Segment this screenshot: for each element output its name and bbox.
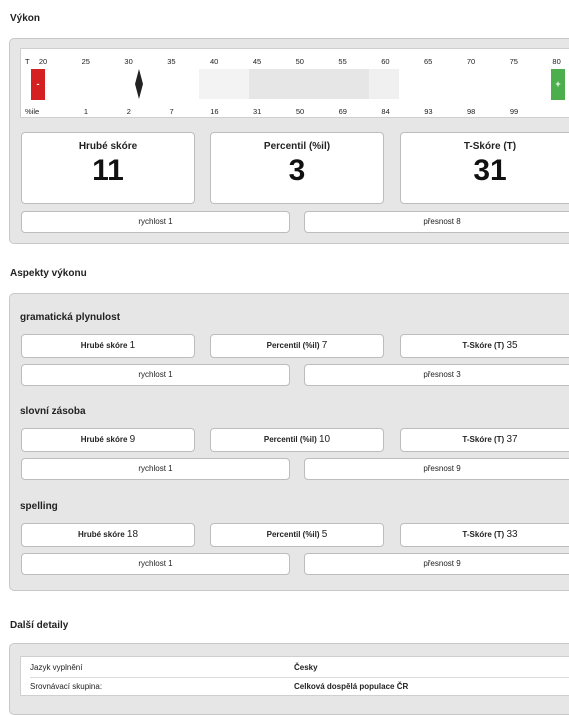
percentile-card: Percentil (%il) 3 bbox=[210, 132, 384, 204]
percentile-value: 3 bbox=[288, 154, 306, 187]
details-row-value: Česky bbox=[294, 663, 318, 672]
aspect-t-label: T-Skóre (T) bbox=[462, 530, 505, 539]
aspect-percentile-value: 10 bbox=[319, 434, 331, 445]
section-title-dalsi: Další detaily bbox=[10, 620, 69, 631]
raw-score-value: 11 bbox=[92, 154, 124, 187]
aspect-title: spelling bbox=[20, 501, 58, 512]
aspect-t-score: T-Skóre (T) 33 bbox=[400, 523, 569, 547]
aspect-accuracy-box: přesnost 9 bbox=[304, 458, 569, 480]
percentile-axis-tick: 1 bbox=[83, 107, 89, 116]
accuracy-box: přesnost 8 bbox=[304, 211, 569, 233]
percentile-axis-tick: 93 bbox=[424, 107, 433, 116]
raw-score-card: Hrubé skóre 11 bbox=[21, 132, 195, 204]
aspect-percentile-value: 7 bbox=[321, 340, 328, 351]
percentile-axis-tick: 31 bbox=[253, 107, 262, 116]
aspect-percentile: Percentil (%il) 10 bbox=[210, 428, 384, 452]
details-panel: Jazyk vyplnění Česky Srovnávací skupina:… bbox=[9, 643, 569, 715]
t-score-value: 31 bbox=[473, 154, 507, 187]
t-axis-tick: 55 bbox=[338, 57, 347, 66]
aspect-raw-score: Hrubé skóre 9 bbox=[21, 428, 195, 452]
aspects-panel: gramatická plynulost Hrubé skóre 1 Perce… bbox=[9, 293, 569, 591]
scale-band-light-2 bbox=[369, 69, 399, 99]
percentile-axis-tick: 99 bbox=[509, 107, 519, 116]
t-axis-tick: 70 bbox=[466, 57, 476, 66]
percentile-axis-tick: 2 bbox=[126, 107, 131, 116]
aspect-title: gramatická plynulost bbox=[20, 312, 121, 323]
minus-marker: - bbox=[31, 69, 45, 100]
section-title-vykon: Výkon bbox=[10, 13, 41, 24]
aspect-speed-box: rychlost 1 bbox=[21, 553, 290, 575]
details-row-key: Srovnávací skupina: bbox=[30, 682, 103, 691]
details-row: Jazyk vyplnění Česky bbox=[30, 659, 569, 678]
aspect-raw-label: Hrubé skóre bbox=[77, 530, 125, 539]
aspect-t-value: 35 bbox=[506, 340, 518, 351]
section-title-aspekty: Aspekty výkonu bbox=[10, 268, 87, 279]
aspect-t-label: T-Skóre (T) bbox=[462, 341, 505, 350]
t-axis-tick: 75 bbox=[509, 57, 518, 66]
aspect-raw-value: 1 bbox=[129, 340, 136, 351]
aspect-accuracy-box: přesnost 9 bbox=[304, 553, 569, 575]
t-axis-tick: 30 bbox=[124, 57, 133, 66]
percentile-axis-tick: 50 bbox=[295, 107, 305, 116]
t-axis-tick: 50 bbox=[295, 57, 304, 66]
percentile-label: Percentil (%il) bbox=[263, 141, 331, 152]
aspect-speed-box: rychlost 1 bbox=[21, 458, 290, 480]
t-axis-tick: 65 bbox=[424, 57, 433, 66]
t-axis-tick: 40 bbox=[210, 57, 219, 66]
details-row: Srovnávací skupina: Celková dospělá popu… bbox=[30, 678, 569, 696]
t-axis-tick: 80 bbox=[552, 57, 561, 66]
aspect-raw-value: 18 bbox=[126, 529, 139, 540]
percentile-axis-tick: 7 bbox=[169, 107, 174, 116]
plus-marker: + bbox=[551, 69, 565, 100]
aspect-percentile-label: Percentil (%il) bbox=[266, 341, 320, 350]
aspect-raw-score: Hrubé skóre 1 bbox=[21, 334, 195, 358]
aspect-raw-value: 9 bbox=[129, 434, 136, 445]
aspect-t-score: T-Skóre (T) 37 bbox=[400, 428, 569, 452]
score-scale: T 20 25 30 35 40 45 50 55 60 65 70 75 80 - + %ile 1 2… bbox=[20, 48, 569, 118]
aspect-title: slovní zásoba bbox=[20, 406, 86, 417]
aspect-raw-label: Hrubé skóre bbox=[80, 341, 128, 350]
details-row-key: Jazyk vyplnění bbox=[30, 663, 83, 672]
t-axis-prefix: T bbox=[25, 57, 30, 66]
performance-panel: T 20 25 30 35 40 45 50 55 60 65 70 75 80 - + %ile 1 2… bbox=[9, 38, 569, 244]
percentile-axis-tick: 69 bbox=[338, 107, 347, 116]
t-score-label: T-Skóre (T) bbox=[463, 141, 517, 152]
t-score-card: T-Skóre (T) 31 bbox=[400, 132, 569, 204]
percentile-axis-tick: 16 bbox=[210, 107, 219, 116]
details-table: Jazyk vyplnění Česky Srovnávací skupina:… bbox=[20, 656, 569, 696]
aspect-t-value: 37 bbox=[506, 434, 518, 445]
t-axis-tick: 35 bbox=[167, 57, 176, 66]
aspect-t-score: T-Skóre (T) 35 bbox=[400, 334, 569, 358]
aspect-percentile: Percentil (%il) 7 bbox=[210, 334, 384, 358]
t-axis-tick: 45 bbox=[252, 57, 262, 66]
aspect-percentile-value: 5 bbox=[321, 529, 328, 540]
aspect-raw-label: Hrubé skóre bbox=[80, 435, 128, 444]
scale-band-light bbox=[199, 69, 249, 99]
aspect-accuracy-box: přesnost 3 bbox=[304, 364, 569, 386]
raw-score-label: Hrubé skóre bbox=[78, 141, 138, 152]
aspect-percentile-label: Percentil (%il) bbox=[266, 530, 320, 539]
t-axis-tick: 20 bbox=[38, 57, 48, 66]
aspect-speed-box: rychlost 1 bbox=[21, 364, 290, 386]
aspect-t-label: T-Skóre (T) bbox=[462, 435, 505, 444]
aspect-t-value: 33 bbox=[506, 529, 518, 540]
aspect-percentile-label: Percentil (%il) bbox=[263, 435, 317, 444]
percentile-axis-tick: 98 bbox=[467, 107, 476, 116]
t-axis-tick: 25 bbox=[81, 57, 90, 66]
aspect-percentile: Percentil (%il) 5 bbox=[210, 523, 384, 547]
percentile-axis-prefix: %ile bbox=[25, 107, 40, 116]
speed-box: rychlost 1 bbox=[21, 211, 290, 233]
details-row-value: Celková dospělá populace ČR bbox=[294, 682, 409, 691]
aspect-raw-score: Hrubé skóre 18 bbox=[21, 523, 195, 547]
percentile-axis-tick: 84 bbox=[381, 107, 390, 116]
score-needle-icon bbox=[135, 69, 143, 99]
t-axis-tick: 60 bbox=[381, 57, 390, 66]
